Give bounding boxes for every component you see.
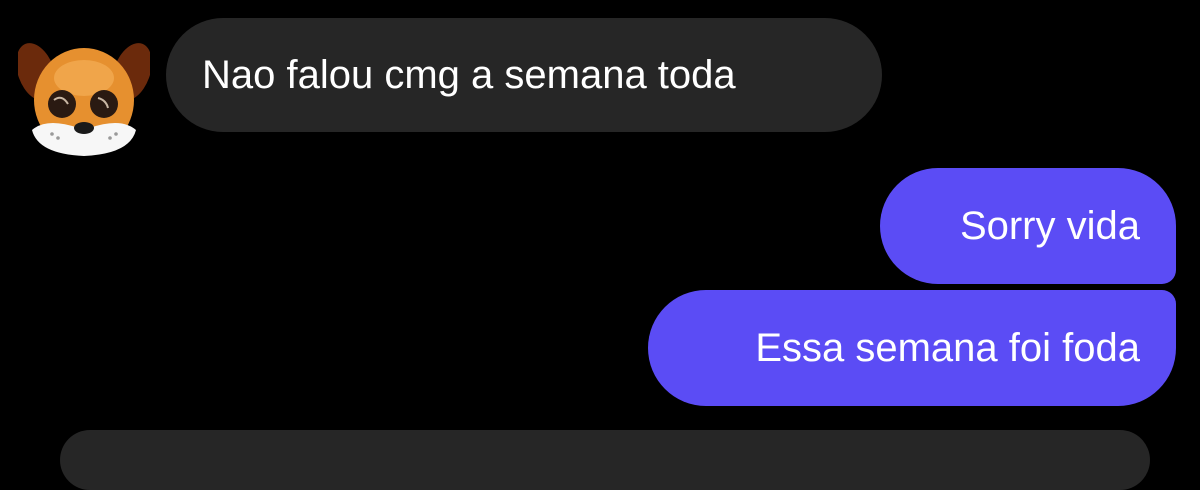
message-bubble-sent[interactable]: Sorry vida bbox=[880, 168, 1176, 284]
message-text: Essa semana foi foda bbox=[755, 326, 1140, 370]
message-bubble-received[interactable]: Nao falou cmg a semana toda bbox=[166, 18, 882, 132]
message-text: Sorry vida bbox=[959, 204, 1140, 248]
dog-filter-avatar-icon bbox=[16, 43, 152, 156]
message-bubble-sent[interactable]: Essa semana foi foda bbox=[648, 290, 1176, 406]
message-text: Nao falou cmg a semana toda bbox=[202, 53, 736, 97]
message-input-bar[interactable] bbox=[60, 430, 1150, 490]
contact-avatar[interactable] bbox=[16, 38, 152, 158]
